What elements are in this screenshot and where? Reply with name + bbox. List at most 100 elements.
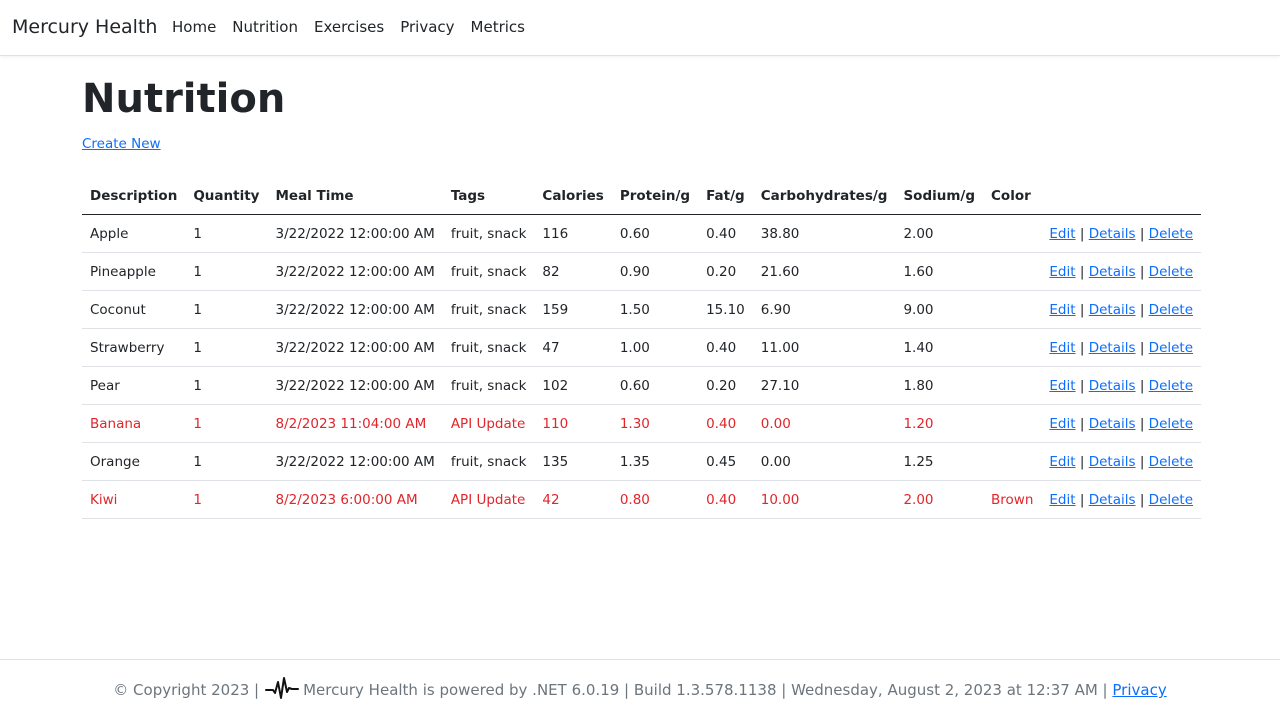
table-row: Coconut 1 3/22/2022 12:00:00 AM fruit, snac… xyxy=(82,290,1202,329)
details-link[interactable]: Details xyxy=(1089,492,1136,508)
table-row: Pineapple 1 3/22/2022 12:00:00 AM fruit, sn… xyxy=(82,252,1202,291)
cell-quantity: 1 xyxy=(185,480,268,519)
cell-sodium: 1.20 xyxy=(895,404,984,443)
col-color: Color xyxy=(983,178,1042,215)
cell-description: Apple xyxy=(82,214,186,253)
top-navbar: Mercury Health Home Nutrition Exercises … xyxy=(0,0,1280,56)
cell-fat: 0.45 xyxy=(698,442,753,481)
cell-quantity: 1 xyxy=(185,404,268,443)
details-link[interactable]: Details xyxy=(1089,340,1136,356)
cell-tags: fruit, snack xyxy=(442,366,535,405)
action-separator: | xyxy=(1139,225,1145,242)
cell-meal-time: 8/2/2023 6:00:00 AM xyxy=(267,480,443,519)
details-link[interactable]: Details xyxy=(1089,454,1136,470)
action-separator: | xyxy=(1079,453,1085,470)
delete-link[interactable]: Delete xyxy=(1149,378,1193,394)
delete-link[interactable]: Delete xyxy=(1149,492,1193,508)
table-row: Pear 1 3/22/2022 12:00:00 AM fruit, snack 10… xyxy=(82,366,1202,405)
cell-protein: 1.50 xyxy=(611,290,699,329)
action-separator: | xyxy=(1079,377,1085,394)
edit-link[interactable]: Edit xyxy=(1049,340,1075,356)
cell-tags: API Update xyxy=(442,480,535,519)
nav-links: Home Nutrition Exercises Privacy Metrics xyxy=(172,18,525,36)
delete-link[interactable]: Delete xyxy=(1149,264,1193,280)
delete-link[interactable]: Delete xyxy=(1149,340,1193,356)
col-tags: Tags xyxy=(442,178,535,215)
edit-link[interactable]: Edit xyxy=(1049,264,1075,280)
cell-color xyxy=(983,328,1042,367)
cell-protein: 0.90 xyxy=(611,252,699,291)
cell-meal-time: 3/22/2022 12:00:00 AM xyxy=(267,214,443,253)
cell-fat: 0.20 xyxy=(698,366,753,405)
header-row: Description Quantity Meal Time Tags Calo… xyxy=(82,178,1202,215)
footer-copyright: © Copyright 2023 | xyxy=(113,681,260,699)
edit-link[interactable]: Edit xyxy=(1049,302,1075,318)
cell-quantity: 1 xyxy=(185,442,268,481)
cell-fat: 0.20 xyxy=(698,252,753,291)
cell-tags: fruit, snack xyxy=(442,328,535,367)
col-protein: Protein/g xyxy=(611,178,699,215)
cell-carbs: 21.60 xyxy=(752,252,896,291)
edit-link[interactable]: Edit xyxy=(1049,454,1075,470)
cell-meal-time: 3/22/2022 12:00:00 AM xyxy=(267,328,443,367)
delete-link[interactable]: Delete xyxy=(1149,454,1193,470)
delete-link[interactable]: Delete xyxy=(1149,226,1193,242)
row-actions: Edit | Details | Delete xyxy=(1041,404,1202,443)
delete-link[interactable]: Delete xyxy=(1149,416,1193,432)
cell-sodium: 2.00 xyxy=(895,480,984,519)
nav-home[interactable]: Home xyxy=(172,18,216,36)
cell-quantity: 1 xyxy=(185,366,268,405)
cell-carbs: 27.10 xyxy=(752,366,896,405)
table-row: Kiwi 1 8/2/2023 6:00:00 AM API Update 42 0.80… xyxy=(82,480,1202,519)
cell-calories: 135 xyxy=(534,442,612,481)
nav-privacy[interactable]: Privacy xyxy=(400,18,454,36)
delete-link[interactable]: Delete xyxy=(1149,302,1193,318)
details-link[interactable]: Details xyxy=(1089,226,1136,242)
cell-color xyxy=(983,252,1042,291)
footer-privacy-link[interactable]: Privacy xyxy=(1112,681,1166,699)
cell-fat: 0.40 xyxy=(698,404,753,443)
nutrition-table: Description Quantity Meal Time Tags Calo… xyxy=(82,178,1202,519)
cell-color xyxy=(983,214,1042,253)
details-link[interactable]: Details xyxy=(1089,416,1136,432)
cell-calories: 116 xyxy=(534,214,612,253)
cell-carbs: 10.00 xyxy=(752,480,896,519)
details-link[interactable]: Details xyxy=(1089,378,1136,394)
cell-calories: 42 xyxy=(534,480,612,519)
cell-quantity: 1 xyxy=(185,214,268,253)
cell-description: Strawberry xyxy=(82,328,186,367)
brand-link[interactable]: Mercury Health xyxy=(12,16,157,38)
heartbeat-icon xyxy=(265,676,300,704)
cell-carbs: 0.00 xyxy=(752,404,896,443)
nav-metrics[interactable]: Metrics xyxy=(471,18,525,36)
table-header: Description Quantity Meal Time Tags Calo… xyxy=(82,178,1202,215)
action-separator: | xyxy=(1079,225,1085,242)
action-separator: | xyxy=(1139,339,1145,356)
action-separator: | xyxy=(1139,377,1145,394)
footer-powered-by: Mercury Health is powered by .NET 6.0.19… xyxy=(303,681,1108,699)
nav-exercises[interactable]: Exercises xyxy=(314,18,384,36)
col-sodium: Sodium/g xyxy=(895,178,984,215)
cell-calories: 102 xyxy=(534,366,612,405)
edit-link[interactable]: Edit xyxy=(1049,492,1075,508)
create-new-link[interactable]: Create New xyxy=(82,136,161,152)
cell-sodium: 1.60 xyxy=(895,252,984,291)
cell-protein: 0.60 xyxy=(611,366,699,405)
cell-fat: 0.40 xyxy=(698,214,753,253)
action-separator: | xyxy=(1139,301,1145,318)
cell-tags: fruit, snack xyxy=(442,442,535,481)
cell-protein: 0.80 xyxy=(611,480,699,519)
cell-meal-time: 3/22/2022 12:00:00 AM xyxy=(267,252,443,291)
row-actions: Edit | Details | Delete xyxy=(1041,252,1202,291)
col-actions xyxy=(1041,178,1202,215)
edit-link[interactable]: Edit xyxy=(1049,416,1075,432)
cell-protein: 1.35 xyxy=(611,442,699,481)
col-description: Description xyxy=(82,178,186,215)
details-link[interactable]: Details xyxy=(1089,264,1136,280)
edit-link[interactable]: Edit xyxy=(1049,378,1075,394)
cell-color xyxy=(983,366,1042,405)
table-body: Apple 1 3/22/2022 12:00:00 AM fruit, snack 1… xyxy=(82,214,1202,519)
edit-link[interactable]: Edit xyxy=(1049,226,1075,242)
nav-nutrition[interactable]: Nutrition xyxy=(232,18,298,36)
details-link[interactable]: Details xyxy=(1089,302,1136,318)
